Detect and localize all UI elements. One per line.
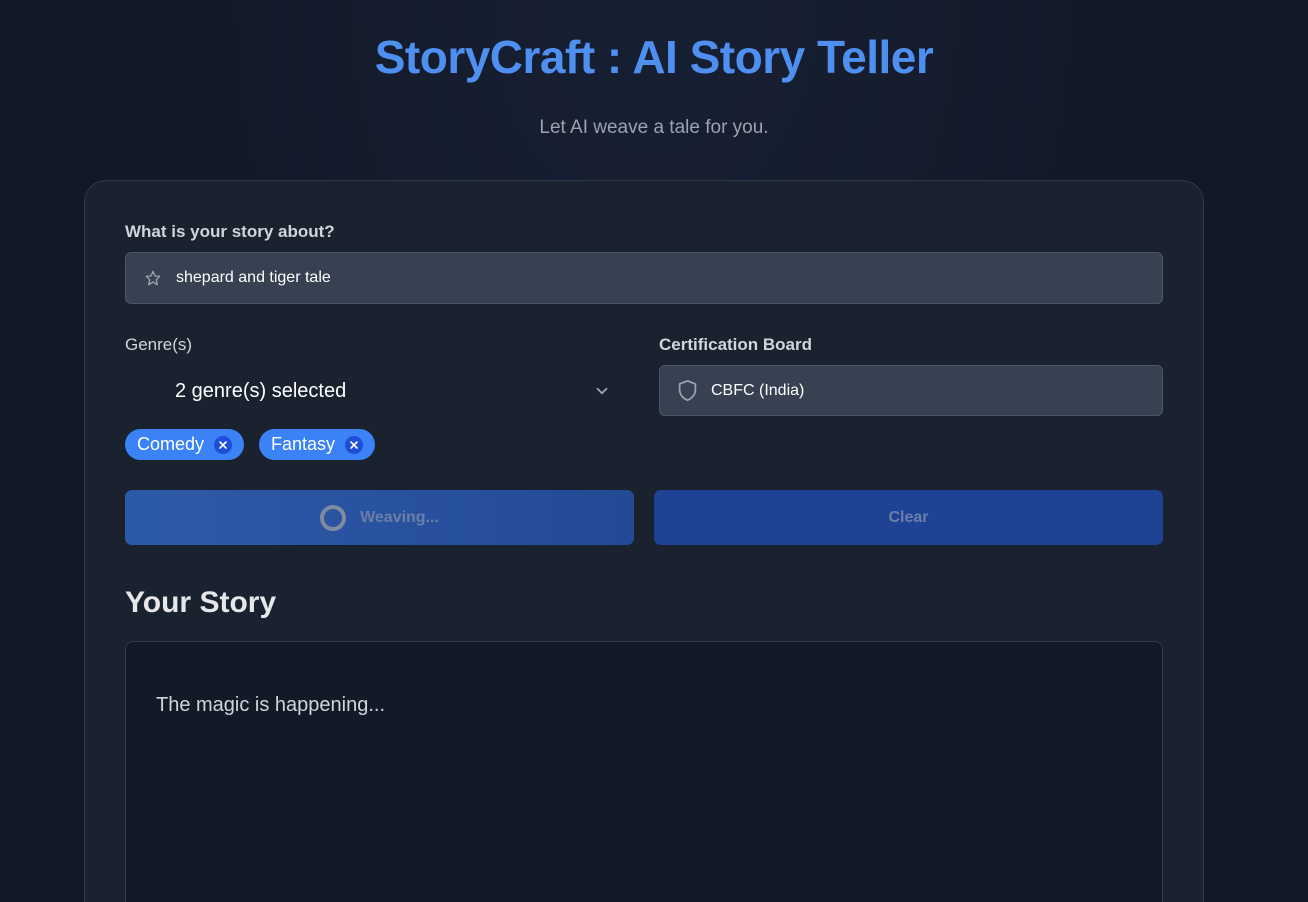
story-section-title: Your Story [125,586,277,619]
genre-chip-label: Fantasy [271,434,336,454]
certification-label: Certification Board [659,335,813,354]
generate-story-button[interactable]: Weaving... [125,490,634,545]
generate-button-label: Weaving... [360,508,439,526]
app-title: StoryCraft : AI Story Teller [374,31,934,83]
topic-label: What is your story about? [125,222,335,241]
certification-select[interactable]: CBFC (India) [659,365,1163,416]
story-output: The magic is happening... [125,641,1163,902]
genre-dropdown[interactable]: 2 genre(s) selected [125,366,619,416]
close-icon[interactable] [345,435,364,454]
genre-chip-comedy: Comedy [125,429,245,460]
genre-chip-label: Comedy [137,434,205,454]
genre-chip-fantasy: Fantasy [259,429,376,460]
page: StoryCraft : AI Story Teller Let AI weav… [0,0,1308,902]
story-status-text: The magic is happening... [156,694,386,716]
topic-input[interactable]: shepard and tiger tale [125,252,1163,304]
chevron-down-icon [593,382,611,400]
clear-button[interactable]: Clear [654,490,1163,545]
shield-icon [677,379,698,402]
topic-input-value: shepard and tiger tale [176,269,331,286]
certification-value: CBFC (India) [711,381,805,399]
star-icon [145,270,161,286]
clear-button-label: Clear [888,508,929,526]
spinner-icon [320,504,347,531]
app-subtitle: Let AI weave a tale for you. [539,117,769,138]
close-icon[interactable] [214,435,233,454]
genre-dropdown-summary: 2 genre(s) selected [175,379,347,402]
genre-label: Genre(s) [125,335,193,354]
